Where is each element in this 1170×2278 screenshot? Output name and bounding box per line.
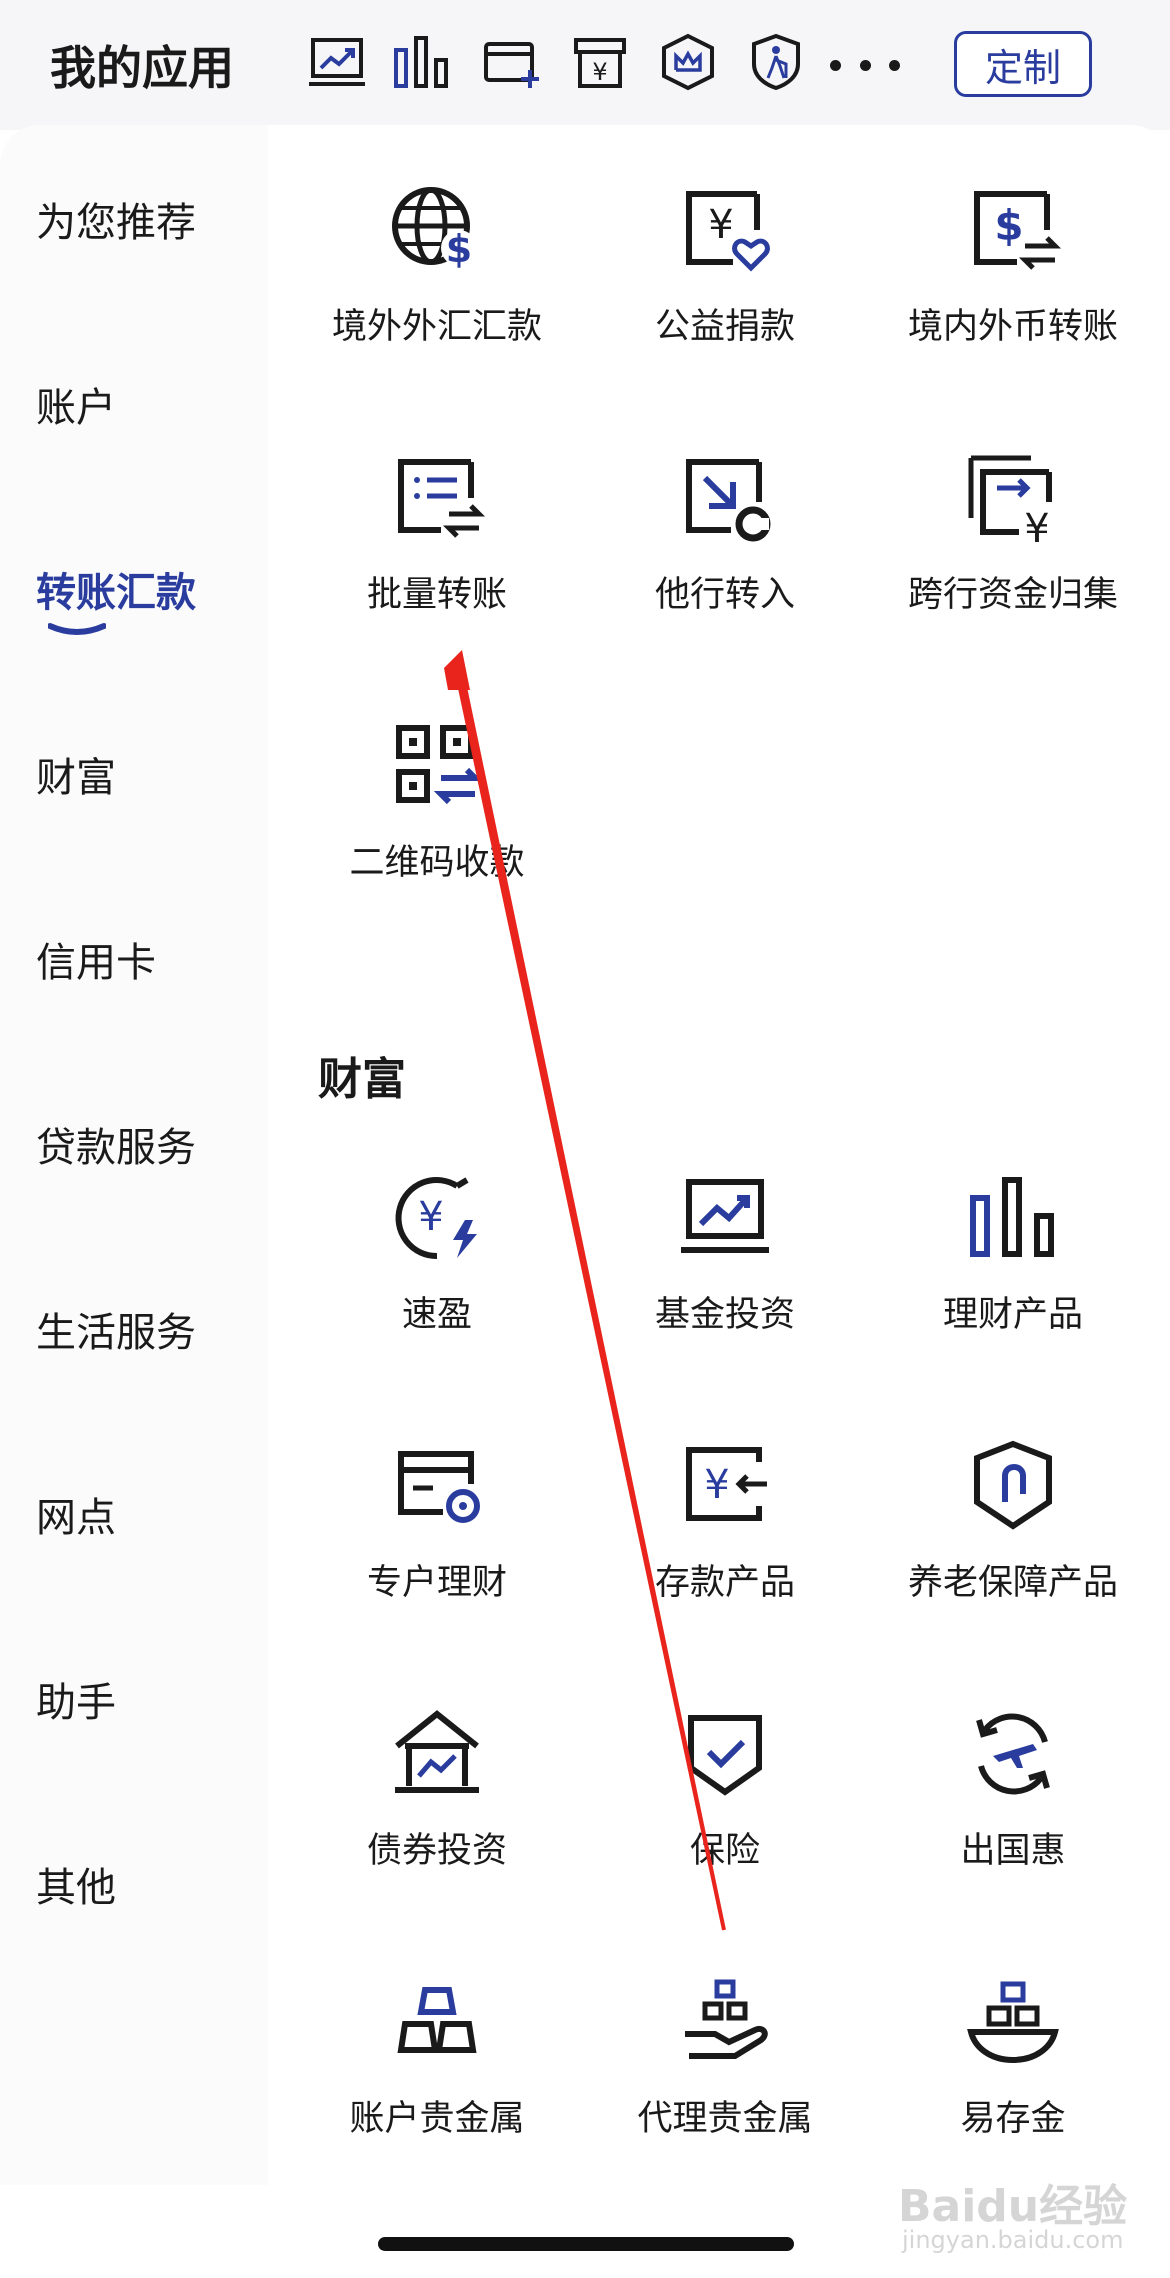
card-add-icon[interactable] xyxy=(480,30,544,94)
tile-label: 批量转账 xyxy=(366,575,507,615)
arrow-in-icon xyxy=(686,459,771,542)
gold-bars-icon xyxy=(397,1987,477,2053)
sidebar-item-wealth[interactable]: 财富 xyxy=(36,745,116,803)
tile-label: 账户贵金属 xyxy=(349,2099,525,2139)
tile-bond-investment[interactable]: 债券投资 xyxy=(292,1704,582,1904)
header-bar: 我的应用 ¥ 定制 xyxy=(0,0,1170,130)
tile-label: 跨行资金归集 xyxy=(907,575,1118,615)
yuan-lightning-icon: ¥ xyxy=(395,1177,477,1260)
sidebar-item-account[interactable]: 账户 xyxy=(36,375,116,433)
tile-agency-precious-metals[interactable]: 代理贵金属 xyxy=(580,1972,870,2172)
tile-label: 存款产品 xyxy=(654,1563,795,1603)
active-tab-indicator xyxy=(48,623,106,635)
customize-button[interactable]: 定制 xyxy=(954,31,1092,97)
tile-label: 基金投资 xyxy=(654,1295,795,1335)
tile-travel-abroad[interactable]: 出国惠 xyxy=(868,1704,1158,1904)
svg-text:$: $ xyxy=(446,227,472,271)
tile-label: 保险 xyxy=(689,1831,760,1871)
tile-label: 他行转入 xyxy=(654,575,795,615)
card-coin-icon xyxy=(398,1451,480,1523)
yuan-heart-icon: ¥ xyxy=(686,191,770,272)
tile-qr-collection[interactable]: 二维码收款 xyxy=(292,716,582,916)
svg-text:¥: ¥ xyxy=(704,1462,729,1508)
tile-label: 二维码收款 xyxy=(349,843,525,883)
sidebar-item-assistant[interactable]: 助手 xyxy=(36,1670,116,1728)
gold-hand-icon xyxy=(685,1979,768,2059)
fund-chart-icon xyxy=(681,1179,769,1253)
tile-pension-products[interactable]: 养老保障产品 xyxy=(868,1436,1158,1636)
sidebar-item-transfer[interactable]: 转账汇款 xyxy=(36,560,196,618)
tile-other-bank-in[interactable]: 他行转入 xyxy=(580,448,870,648)
more-dots-icon[interactable] xyxy=(830,40,900,90)
svg-text:¥: ¥ xyxy=(592,58,607,86)
qr-code-icon xyxy=(396,725,483,805)
plane-cycle-icon xyxy=(976,1713,1050,1795)
tile-label: 出国惠 xyxy=(960,1831,1066,1871)
tile-overseas-remittance[interactable]: $ 境外外汇汇款 xyxy=(292,180,582,380)
tile-label: 速盈 xyxy=(401,1295,472,1335)
tile-suying[interactable]: ¥ 速盈 xyxy=(292,1168,582,1368)
fund-chart-icon[interactable] xyxy=(305,30,369,94)
svg-text:¥: ¥ xyxy=(1024,506,1049,548)
yuan-box-icon[interactable]: ¥ xyxy=(568,30,632,94)
sidebar-item-life[interactable]: 生活服务 xyxy=(36,1300,196,1358)
sidebar-item-recommend[interactable]: 为您推荐 xyxy=(36,190,196,248)
bar-chart-icon[interactable] xyxy=(390,30,454,94)
crown-shield-icon[interactable] xyxy=(656,30,720,94)
tile-batch-transfer[interactable]: 批量转账 xyxy=(292,448,582,648)
watermark-url: jingyan.baidu.com xyxy=(902,2226,1124,2254)
tile-label: 境内外币转账 xyxy=(907,307,1118,347)
page-title: 我的应用 xyxy=(50,41,234,95)
tile-label: 专户理财 xyxy=(366,1563,507,1603)
section-title-wealth: 财富 xyxy=(318,1054,406,1105)
tile-wealth-products[interactable]: 理财产品 xyxy=(868,1168,1158,1368)
tile-label: 债券投资 xyxy=(366,1831,507,1871)
elder-shield-icon[interactable] xyxy=(744,30,808,94)
pension-shield-icon xyxy=(974,1440,1052,1530)
tile-fund-investment[interactable]: 基金投资 xyxy=(580,1168,870,1368)
sidebar-item-branch[interactable]: 网点 xyxy=(36,1485,116,1543)
tile-label: 境外外汇汇款 xyxy=(331,307,542,347)
sidebar-item-other[interactable]: 其他 xyxy=(36,1855,116,1913)
sidebar-item-loan[interactable]: 贷款服务 xyxy=(36,1115,196,1173)
tile-deposit-products[interactable]: ¥ 存款产品 xyxy=(580,1436,870,1636)
tile-label: 养老保障产品 xyxy=(907,1563,1118,1603)
tile-label: 理财产品 xyxy=(942,1295,1083,1335)
check-shield-icon xyxy=(688,1715,762,1796)
tile-dedicated-wealth[interactable]: 专户理财 xyxy=(292,1436,582,1636)
tile-interbank-collection[interactable]: ¥ 跨行资金归集 xyxy=(868,448,1158,648)
tile-label: 易存金 xyxy=(960,2099,1066,2139)
watermark-brand: Baidu经验 xyxy=(898,2181,1128,2232)
svg-text:¥: ¥ xyxy=(708,202,733,248)
bar-chart-icon xyxy=(970,1177,1054,1257)
svg-text:¥: ¥ xyxy=(418,1194,443,1240)
home-indicator[interactable] xyxy=(378,2237,794,2251)
tile-easy-gold[interactable]: 易存金 xyxy=(868,1972,1158,2172)
tile-domestic-fx-transfer[interactable]: $ 境内外币转账 xyxy=(868,180,1158,380)
yuan-deposit-icon: ¥ xyxy=(686,1447,767,1521)
globe-dollar-icon: $ xyxy=(392,187,477,271)
yuan-collect-icon: ¥ xyxy=(968,455,1052,548)
watermark-logo: Baidu经验 jingyan.baidu.com xyxy=(898,2170,1138,2260)
tile-account-precious-metals[interactable]: 账户贵金属 xyxy=(292,1972,582,2172)
batch-list-icon xyxy=(398,459,486,538)
dollar-transfer-icon: $ xyxy=(974,191,1062,270)
tile-charity-donation[interactable]: ¥ 公益捐款 xyxy=(580,180,870,380)
tile-insurance[interactable]: 保险 xyxy=(580,1704,870,1904)
gold-bowl-icon xyxy=(967,1981,1059,2064)
bond-house-icon xyxy=(395,1710,479,1793)
sidebar-item-credit-card[interactable]: 信用卡 xyxy=(36,930,156,988)
tile-label: 代理贵金属 xyxy=(637,2099,813,2139)
tile-label: 公益捐款 xyxy=(654,307,795,347)
svg-text:$: $ xyxy=(994,201,1023,250)
